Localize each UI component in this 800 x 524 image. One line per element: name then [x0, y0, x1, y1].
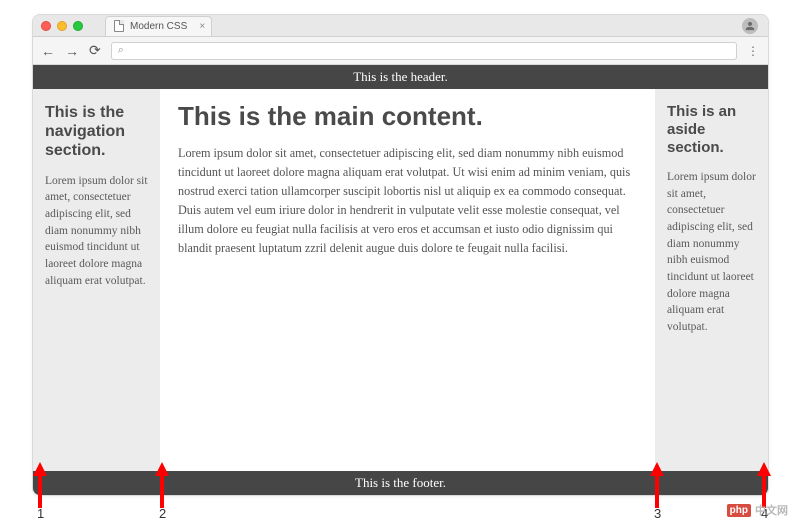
close-window-icon[interactable] — [41, 21, 51, 31]
tab-title: Modern CSS — [130, 21, 187, 32]
header-text: This is the header. — [353, 69, 448, 84]
browser-window: Modern CSS × ← → ⟳ ⌕ ⋮ This is the heade… — [32, 14, 769, 496]
minimize-window-icon[interactable] — [57, 21, 67, 31]
reload-button-icon[interactable]: ⟳ — [89, 42, 101, 59]
aside-body: Lorem ipsum dolor sit amet, consectetuer… — [667, 169, 756, 336]
menu-button-icon[interactable]: ⋮ — [747, 44, 760, 58]
search-icon: ⌕ — [118, 44, 124, 57]
browser-toolbar: ← → ⟳ ⌕ ⋮ — [33, 37, 768, 65]
annotation-arrow-2-icon — [155, 462, 169, 508]
address-bar[interactable]: ⌕ — [111, 42, 737, 60]
close-tab-icon[interactable]: × — [199, 21, 205, 32]
nav-body: Lorem ipsum dolor sit amet, consectetuer… — [45, 173, 148, 290]
forward-button-icon[interactable]: → — [65, 43, 79, 59]
annotation-label-1: 1 — [37, 506, 44, 521]
page-favicon-icon — [114, 20, 124, 32]
browser-tab[interactable]: Modern CSS × — [105, 16, 212, 36]
profile-avatar-icon[interactable] — [742, 18, 758, 34]
footer-text: This is the footer. — [355, 475, 446, 490]
page-header: This is the header. — [33, 65, 768, 89]
traffic-lights — [41, 21, 83, 31]
maximize-window-icon[interactable] — [73, 21, 83, 31]
annotation-arrow-3-icon — [650, 462, 664, 508]
nav-section: This is the navigation section. Lorem ip… — [33, 89, 160, 471]
main-section: This is the main content. Lorem ipsum do… — [160, 89, 655, 471]
annotation-arrow-1-icon — [33, 462, 47, 508]
page-viewport: This is the header. This is the navigati… — [33, 65, 768, 495]
aside-heading: This is an aside section. — [667, 103, 756, 157]
annotation-label-3: 3 — [654, 506, 661, 521]
nav-heading: This is the navigation section. — [45, 103, 148, 161]
main-heading: This is the main content. — [178, 101, 637, 132]
back-button-icon[interactable]: ← — [41, 43, 55, 59]
watermark-text: 中文网 — [755, 502, 788, 518]
main-body: Lorem ipsum dolor sit amet, consectetuer… — [178, 144, 637, 257]
aside-section: This is an aside section. Lorem ipsum do… — [655, 89, 768, 471]
page-columns: This is the navigation section. Lorem ip… — [33, 89, 768, 471]
window-titlebar: Modern CSS × — [33, 15, 768, 37]
annotation-label-2: 2 — [159, 506, 166, 521]
watermark-logo: php 中文网 — [727, 502, 788, 518]
watermark-badge: php — [727, 504, 751, 517]
